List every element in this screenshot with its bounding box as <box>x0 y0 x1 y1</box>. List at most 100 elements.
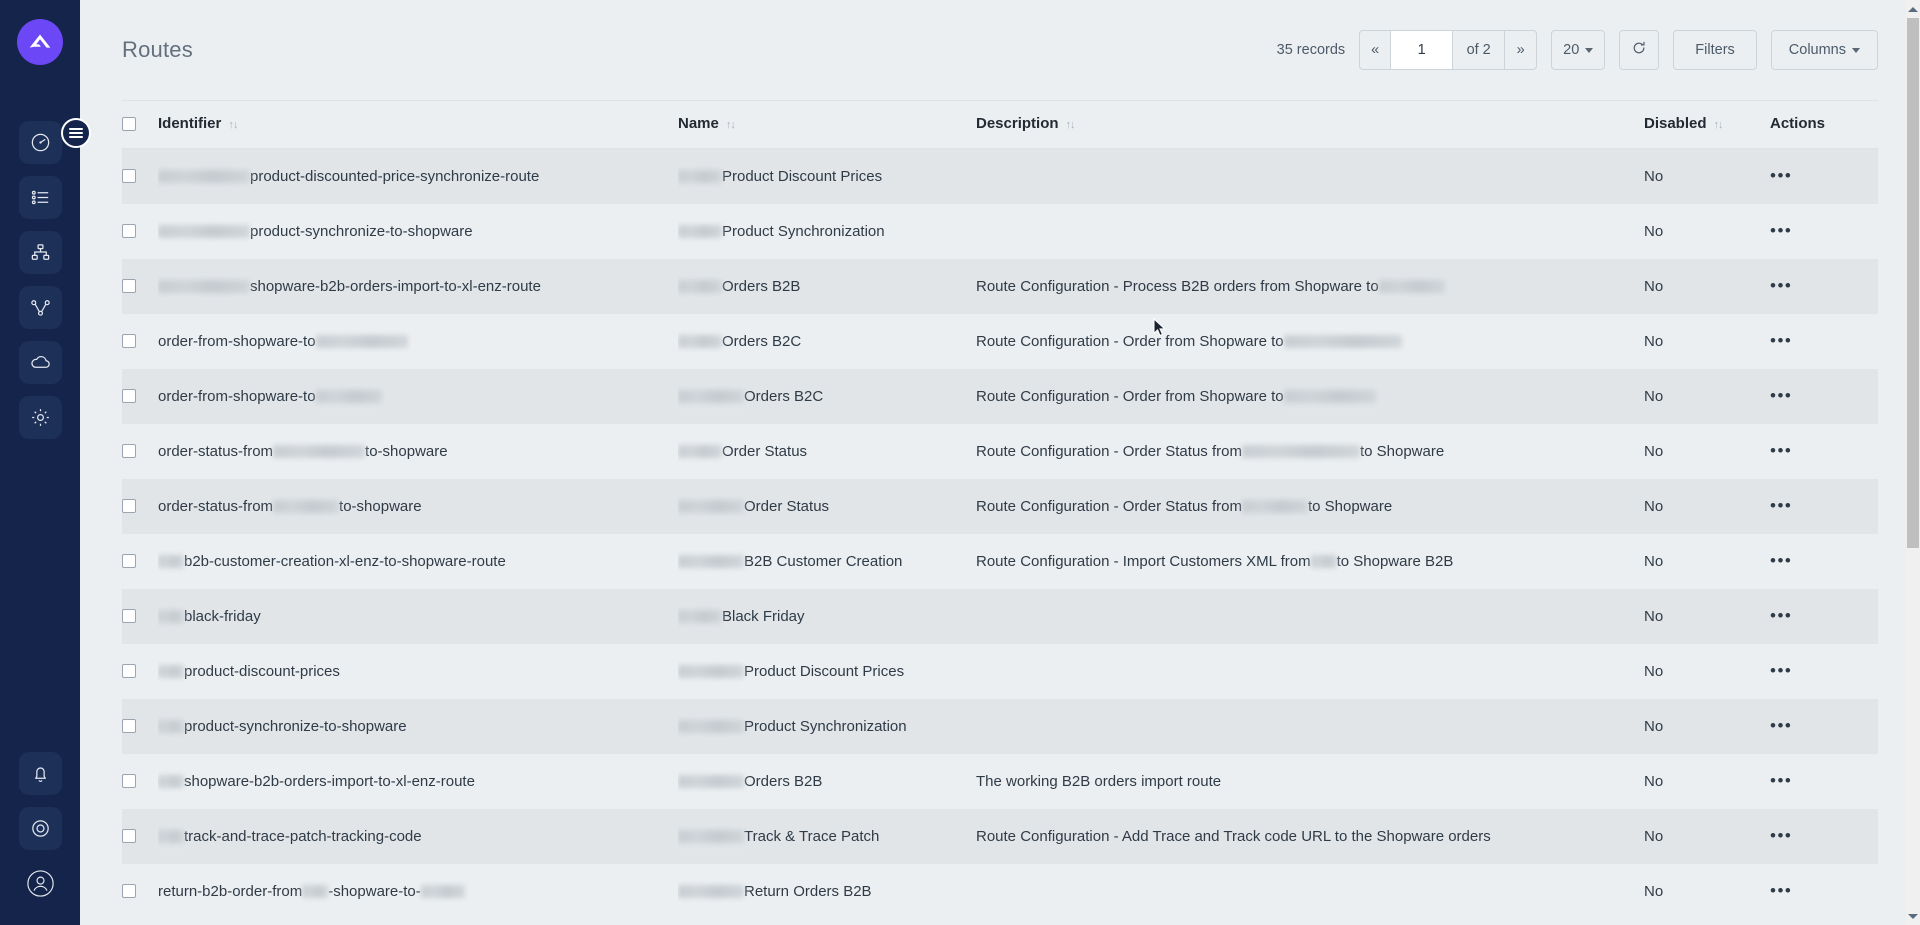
row-select-checkbox[interactable] <box>122 664 136 678</box>
table-row[interactable]: black-friday Black Friday No ••• <box>122 588 1878 644</box>
table-row[interactable]: order-from-shopware-to Orders B2C Route Co… <box>122 368 1878 424</box>
sort-icon[interactable]: ↑↓ <box>228 119 238 131</box>
row-actions-button[interactable]: ••• <box>1770 551 1792 570</box>
pagination-last-button[interactable]: » <box>1505 30 1538 70</box>
table-row[interactable]: order-from-shopware-to Orders B2C Route Co… <box>122 313 1878 369</box>
sidebar-item-notifications[interactable] <box>18 752 62 795</box>
row-select-checkbox[interactable] <box>122 884 136 898</box>
row-actions-button[interactable]: ••• <box>1770 716 1792 735</box>
records-count: 35 records <box>1276 42 1346 58</box>
cell-name: B2B Customer Creation <box>678 534 976 589</box>
table-row[interactable]: product-discount-prices Product Discount … <box>122 643 1878 699</box>
column-header-name[interactable]: Name ↑↓ <box>678 100 976 149</box>
row-select-checkbox[interactable] <box>122 444 136 458</box>
row-select-checkbox[interactable] <box>122 719 136 733</box>
row-select-checkbox[interactable] <box>122 554 136 568</box>
table-row[interactable]: track-and-trace-patch-tracking-code Track… <box>122 808 1878 864</box>
column-header-disabled[interactable]: Disabled ↑↓ <box>1644 100 1770 149</box>
column-header-description[interactable]: Description ↑↓ <box>976 100 1644 149</box>
scrollbar-thumb[interactable] <box>1907 18 1919 548</box>
redacted-text <box>1378 279 1445 293</box>
pagination-page-input[interactable]: 1 <box>1391 30 1454 70</box>
pagination-first-button[interactable]: « <box>1359 30 1392 70</box>
row-actions-button[interactable]: ••• <box>1770 771 1792 790</box>
row-actions-button[interactable]: ••• <box>1770 661 1792 680</box>
redacted-text <box>678 334 722 348</box>
row-select-checkbox[interactable] <box>122 224 136 238</box>
page-size-dropdown[interactable]: 20 <box>1551 30 1606 70</box>
sidebar-item-account[interactable] <box>19 862 62 905</box>
row-select-checkbox[interactable] <box>122 279 136 293</box>
menu-toggle-button[interactable] <box>61 118 91 148</box>
select-all-checkbox[interactable] <box>122 116 136 131</box>
refresh-button[interactable] <box>1619 30 1660 70</box>
table-row[interactable]: product-synchronize-to-shopware Product S… <box>122 698 1878 754</box>
gear-icon <box>29 406 52 429</box>
row-select-checkbox[interactable] <box>122 499 136 513</box>
row-actions-button[interactable]: ••• <box>1770 496 1792 515</box>
cell-identifier-text: product-synchronize-to-shopware <box>250 222 473 240</box>
table-row[interactable]: product-discounted-price-synchronize-rou… <box>122 148 1878 204</box>
sidebar-item-help[interactable] <box>18 807 62 850</box>
row-actions-button[interactable]: ••• <box>1770 331 1792 350</box>
row-select-checkbox[interactable] <box>122 169 136 184</box>
cell-identifier-text: return-b2b-order-from <box>158 882 303 900</box>
cell-disabled: No <box>1644 607 1664 625</box>
row-select-checkbox[interactable] <box>122 774 136 788</box>
routes-table: Identifier ↑↓ Name ↑↓ Description ↑↓ Disabl… <box>122 100 1878 919</box>
sidebar-item-settings[interactable] <box>18 396 62 439</box>
table-row[interactable]: return-b2b-order-from -shopware-to- Return… <box>122 863 1878 919</box>
table-row[interactable]: b2b-customer-creation-xl-enz-to-shopware… <box>122 533 1878 589</box>
share-nodes-icon <box>29 296 52 319</box>
sidebar-item-list[interactable] <box>18 176 62 219</box>
cell-identifier-text: track-and-trace-patch-tracking-code <box>184 827 422 845</box>
app-logo[interactable] <box>17 19 63 65</box>
sidebar-item-cloud[interactable] <box>18 341 62 384</box>
triangle-up-icon <box>1908 6 1918 12</box>
redacted-text <box>158 224 250 238</box>
row-actions-button[interactable]: ••• <box>1770 881 1792 900</box>
row-actions-button[interactable]: ••• <box>1770 276 1792 295</box>
vertical-scrollbar[interactable] <box>1906 0 1920 925</box>
cell-description <box>976 699 1644 754</box>
row-select-checkbox[interactable] <box>122 609 136 623</box>
redacted-text <box>678 224 722 238</box>
row-select-checkbox[interactable] <box>122 389 136 403</box>
row-actions-button[interactable]: ••• <box>1770 386 1792 405</box>
sidebar-item-dashboard[interactable] <box>18 121 62 164</box>
row-select-checkbox[interactable] <box>122 829 136 843</box>
cell-name-text: Orders B2C <box>744 387 824 405</box>
row-actions-button[interactable]: ••• <box>1770 441 1792 460</box>
columns-dropdown[interactable]: Columns <box>1770 30 1878 70</box>
sort-icon[interactable]: ↑↓ <box>1066 119 1076 131</box>
row-actions-button[interactable]: ••• <box>1770 221 1792 240</box>
cell-name-text: Product Synchronization <box>722 222 885 240</box>
filters-button[interactable]: Filters <box>1673 30 1757 70</box>
table-row[interactable]: product-synchronize-to-shopware Product S… <box>122 203 1878 259</box>
table-row[interactable]: shopware-b2b-orders-import-to-xl-enz-rou… <box>122 258 1878 314</box>
redacted-text <box>315 334 408 348</box>
table-header-row: Identifier ↑↓ Name ↑↓ Description ↑↓ Disabl… <box>122 100 1878 149</box>
table-row[interactable]: shopware-b2b-orders-import-to-xl-enz-rou… <box>122 753 1878 809</box>
sort-icon[interactable]: ↑↓ <box>726 119 736 131</box>
row-actions-button[interactable]: ••• <box>1770 826 1792 845</box>
scroll-up-button[interactable] <box>1906 1 1920 17</box>
cell-actions: ••• <box>1770 479 1878 534</box>
cell-identifier-text-tail: -shopware-to- <box>328 882 421 900</box>
redacted-text <box>158 719 184 733</box>
cell-disabled: No <box>1644 882 1664 900</box>
sidebar-item-routes[interactable] <box>18 286 62 329</box>
sidebar-item-organization[interactable] <box>18 231 62 274</box>
row-actions-button[interactable]: ••• <box>1770 606 1792 625</box>
cell-name-text: Product Discount Prices <box>722 167 883 185</box>
column-header-identifier[interactable]: Identifier ↑↓ <box>158 100 678 149</box>
cell-name: Order Status <box>678 479 976 534</box>
scroll-down-button[interactable] <box>1906 908 1920 924</box>
row-select-cell <box>122 699 158 754</box>
row-select-checkbox[interactable] <box>122 334 136 348</box>
table-row[interactable]: order-status-from to-shopware Order Status… <box>122 478 1878 534</box>
sort-icon[interactable]: ↑↓ <box>1714 119 1724 131</box>
table-row[interactable]: order-status-from to-shopware Order Status… <box>122 423 1878 479</box>
row-actions-button[interactable]: ••• <box>1770 166 1792 185</box>
routes-table-container: Identifier ↑↓ Name ↑↓ Description ↑↓ Disabl… <box>80 100 1920 919</box>
